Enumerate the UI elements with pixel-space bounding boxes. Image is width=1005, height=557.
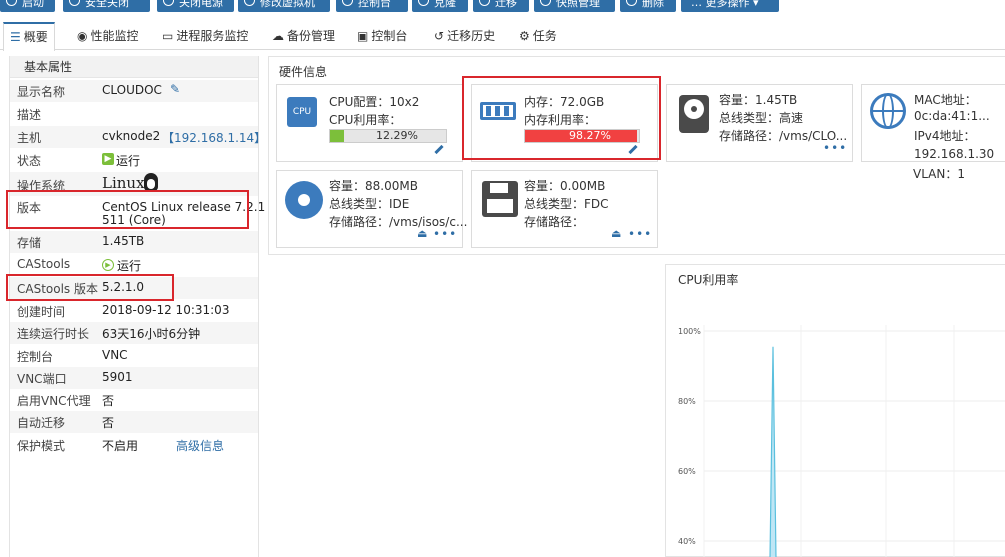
prop-vnc-port: VNC端口 5901 — [10, 367, 258, 389]
prop-created: 创建时间 2018-09-12 10:31:03 — [17, 303, 230, 319]
migrate-button[interactable]: 迁移 — [473, 0, 529, 12]
hardware-title: 硬件信息 — [279, 65, 328, 79]
more-icon[interactable]: ••• — [433, 227, 457, 241]
host-ip-link[interactable]: 【192.168.1.14】 — [162, 129, 266, 146]
tab-performance[interactable]: ◉ 性能监控 — [77, 22, 139, 50]
tab-overview[interactable]: ☰ 概要 — [3, 22, 55, 51]
power-icon — [6, 0, 17, 6]
cpu-usage-chart-svg: 100% 80% 60% 40% — [678, 325, 1005, 557]
eject-icon[interactable]: ⏏ — [417, 227, 427, 240]
shutdown-icon — [69, 0, 80, 6]
prop-castools: CAStools ▶ 运行 — [17, 257, 142, 273]
edit-vm-button[interactable]: 修改虚拟机 — [238, 0, 330, 12]
start-button[interactable]: 启动 — [0, 0, 55, 12]
monitor-icon: ◉ — [77, 29, 88, 43]
prop-display-name: 显示名称 CLOUDOC ✎ — [10, 80, 258, 102]
y-tick-label: 80% — [678, 397, 696, 406]
chart-title: CPU利用率 — [678, 273, 739, 287]
cpu-usage-fill — [330, 130, 345, 142]
cpu-icon: CPU — [287, 97, 317, 127]
cpu-usage-chart: CPU利用率 100% 80% 60% 40% — [665, 264, 1005, 557]
history-icon: ↺ — [434, 29, 445, 43]
y-tick-label: 60% — [678, 467, 696, 476]
cloud-icon: ☁ — [272, 29, 284, 43]
plug-icon — [163, 0, 174, 6]
eject-icon[interactable]: ⏏ — [611, 227, 621, 240]
gear-icon: ⚙ — [519, 29, 530, 43]
advanced-info-link[interactable]: 高级信息 — [176, 437, 224, 454]
prop-console: 控制台 VNC — [17, 348, 128, 364]
prop-storage: 存储 1.45TB — [10, 231, 258, 253]
prop-protect-mode: 保护模式 不启用 高级信息 — [17, 437, 225, 454]
vlan-label: VLAN：1 — [913, 167, 965, 181]
highlight-version — [6, 190, 249, 229]
power-off-button[interactable]: 关闭电源 — [157, 0, 234, 12]
more-actions-button[interactable]: … 更多操作 ▾ — [681, 0, 779, 12]
basic-properties-panel: 基本属性 显示名称 CLOUDOC ✎ 描述 主机 cvknode2 【192.… — [9, 56, 266, 557]
clone-icon — [418, 0, 429, 6]
console-icon: ▣ — [357, 29, 369, 43]
prop-uptime: 连续运行时长 63天16小时6分钟 — [10, 322, 258, 344]
more-icon[interactable]: ••• — [823, 141, 847, 155]
section-title: 基本属性 — [10, 56, 258, 78]
cpu-usage-bar: 12.29% — [329, 129, 447, 143]
prop-auto-migrate: 自动迁移 否 — [10, 411, 258, 433]
snapshot-button[interactable]: 快照管理 — [534, 0, 615, 12]
y-tick-label: 100% — [678, 327, 701, 336]
highlight-castools-version — [6, 274, 174, 301]
list-icon: ☰ — [10, 30, 21, 44]
edit-icon[interactable]: ✎ — [170, 82, 180, 96]
tab-migration-history[interactable]: ↺ 迁移历史 — [434, 22, 495, 50]
prop-host: 主机 cvknode2 【192.168.1.14】 — [10, 126, 266, 148]
floppy-card: 容量：0.00MB 总线类型：FDC 存储路径： ⏏ ••• — [471, 170, 658, 248]
host-link[interactable]: cvknode2 — [102, 129, 160, 143]
cdrom-card: 容量：88.00MB 总线类型：IDE 存储路径：/vms/isos/c... … — [276, 170, 467, 248]
console-icon — [342, 0, 353, 6]
prop-state: 状态 ▶ 运行 — [17, 153, 141, 168]
more-icon[interactable]: ••• — [628, 227, 652, 241]
toolbar: 启动 安全关闭 关闭电源 修改虚拟机 控制台 克隆 迁移 快照管理 删除 … 更… — [0, 0, 1005, 14]
console-button[interactable]: 控制台 — [336, 0, 408, 12]
network-card: MAC地址： 0c:da:41:1... IPv4地址： 192.168.1.3… — [861, 84, 1005, 162]
running-status-icon: ▶ — [102, 153, 114, 165]
process-icon: ▭ — [162, 29, 174, 43]
edit-icon[interactable] — [434, 144, 444, 155]
snapshot-icon — [540, 0, 551, 6]
delete-button[interactable]: 删除 — [620, 0, 676, 12]
tab-console[interactable]: ▣ 控制台 — [357, 22, 407, 50]
safe-shutdown-button[interactable]: 安全关闭 — [63, 0, 150, 12]
clone-button[interactable]: 克隆 — [412, 0, 468, 12]
y-tick-label: 40% — [678, 537, 696, 546]
prop-vnc-proxy: 启用VNC代理 否 — [17, 394, 115, 408]
migrate-icon — [479, 0, 490, 6]
tab-backup[interactable]: ☁ 备份管理 — [272, 22, 335, 50]
delete-icon — [626, 0, 637, 6]
prop-description: 描述 — [17, 108, 42, 122]
disk-card: 容量：1.45TB 总线类型：高速 存储路径：/vms/CLO... ••• — [666, 84, 853, 162]
tab-bar: ☰ 概要 ◉ 性能监控 ▭ 进程服务监控 ☁ 备份管理 ▣ 控制台 ↺ 迁移历史 ⚙ 任务 — [0, 22, 1005, 51]
highlight-memory — [462, 76, 661, 160]
tab-tasks[interactable]: ⚙ 任务 — [519, 22, 557, 50]
play-circle-icon: ▶ — [102, 259, 114, 271]
cpu-card: CPU CPU配置：10x2 CPU利用率： 12.29% — [276, 84, 463, 162]
edit-icon — [244, 0, 255, 6]
tab-process-monitor[interactable]: ▭ 进程服务监控 — [162, 22, 248, 50]
